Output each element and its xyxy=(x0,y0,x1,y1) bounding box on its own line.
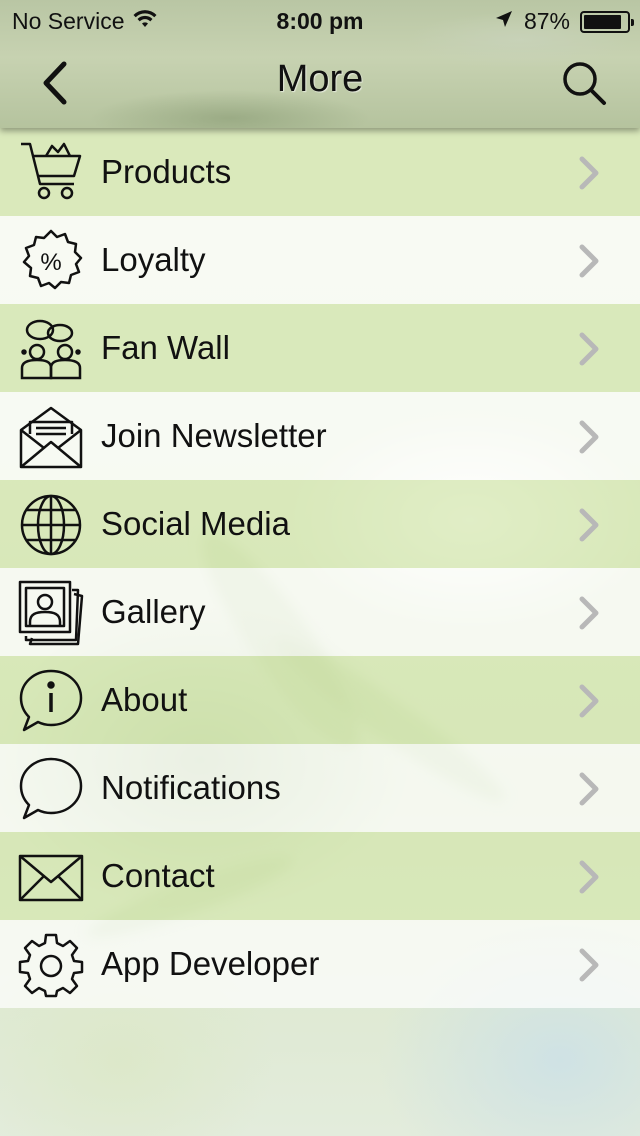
battery-icon xyxy=(580,10,634,33)
chevron-right-icon xyxy=(579,772,599,806)
chevron-right-icon xyxy=(579,420,599,454)
chevron-right-icon xyxy=(579,948,599,982)
menu-item-social-media[interactable]: Social Media xyxy=(0,480,640,568)
globe-icon xyxy=(18,492,84,558)
envelope-icon xyxy=(18,844,84,910)
menu-item-join-newsletter[interactable]: Join Newsletter xyxy=(0,392,640,480)
menu-list: Products % Loyalty Fan Wall Join Newslet… xyxy=(0,128,640,1008)
open-envelope-icon xyxy=(18,404,84,470)
menu-item-label: Products xyxy=(101,153,232,190)
battery-percent: 87% xyxy=(523,8,570,34)
menu-item-label: About xyxy=(101,681,188,718)
speech-bubble-icon xyxy=(18,756,84,822)
menu-item-contact[interactable]: Contact xyxy=(0,832,640,920)
chevron-right-icon xyxy=(579,596,599,630)
search-icon xyxy=(563,62,606,105)
info-bubble-icon xyxy=(18,668,84,734)
menu-item-app-developer[interactable]: App Developer xyxy=(0,920,640,1008)
chevron-right-icon xyxy=(579,332,599,366)
menu-item-products[interactable]: Products xyxy=(0,128,640,216)
menu-item-label: Notifications xyxy=(101,769,281,806)
menu-item-loyalty[interactable]: % Loyalty xyxy=(0,216,640,304)
battery-fill xyxy=(584,14,621,29)
menu-item-label: Contact xyxy=(101,857,215,894)
status-bar: No Service 8:00 pm 87% xyxy=(0,0,640,40)
search-button[interactable] xyxy=(558,58,610,108)
menu-item-label: App Developer xyxy=(101,945,320,982)
menu-item-label: Social Media xyxy=(101,505,290,542)
menu-item-label: Join Newsletter xyxy=(101,417,327,454)
menu-item-gallery[interactable]: Gallery xyxy=(0,568,640,656)
menu-item-label: Fan Wall xyxy=(101,329,230,366)
shopping-cart-icon xyxy=(18,140,84,206)
chevron-right-icon xyxy=(579,244,599,278)
menu-item-label: Loyalty xyxy=(101,241,206,278)
location-arrow-icon xyxy=(494,8,514,35)
chevron-right-icon xyxy=(579,508,599,542)
battery-tip xyxy=(631,18,634,26)
chevron-right-icon xyxy=(579,156,599,190)
menu-item-label: Gallery xyxy=(101,593,206,630)
photo-stack-icon xyxy=(18,580,84,646)
page-title: More xyxy=(276,58,364,100)
chevron-right-icon xyxy=(579,684,599,718)
svg-text:%: % xyxy=(40,249,61,276)
chevron-right-icon xyxy=(579,860,599,894)
menu-item-notifications[interactable]: Notifications xyxy=(0,744,640,832)
menu-item-fan-wall[interactable]: Fan Wall xyxy=(0,304,640,392)
gear-icon xyxy=(18,932,84,998)
status-right: 87% xyxy=(494,8,634,35)
header: No Service 8:00 pm 87% More xyxy=(0,0,640,128)
percent-badge-icon: % xyxy=(18,228,84,294)
menu-item-about[interactable]: About xyxy=(0,656,640,744)
people-chat-icon xyxy=(18,316,84,382)
